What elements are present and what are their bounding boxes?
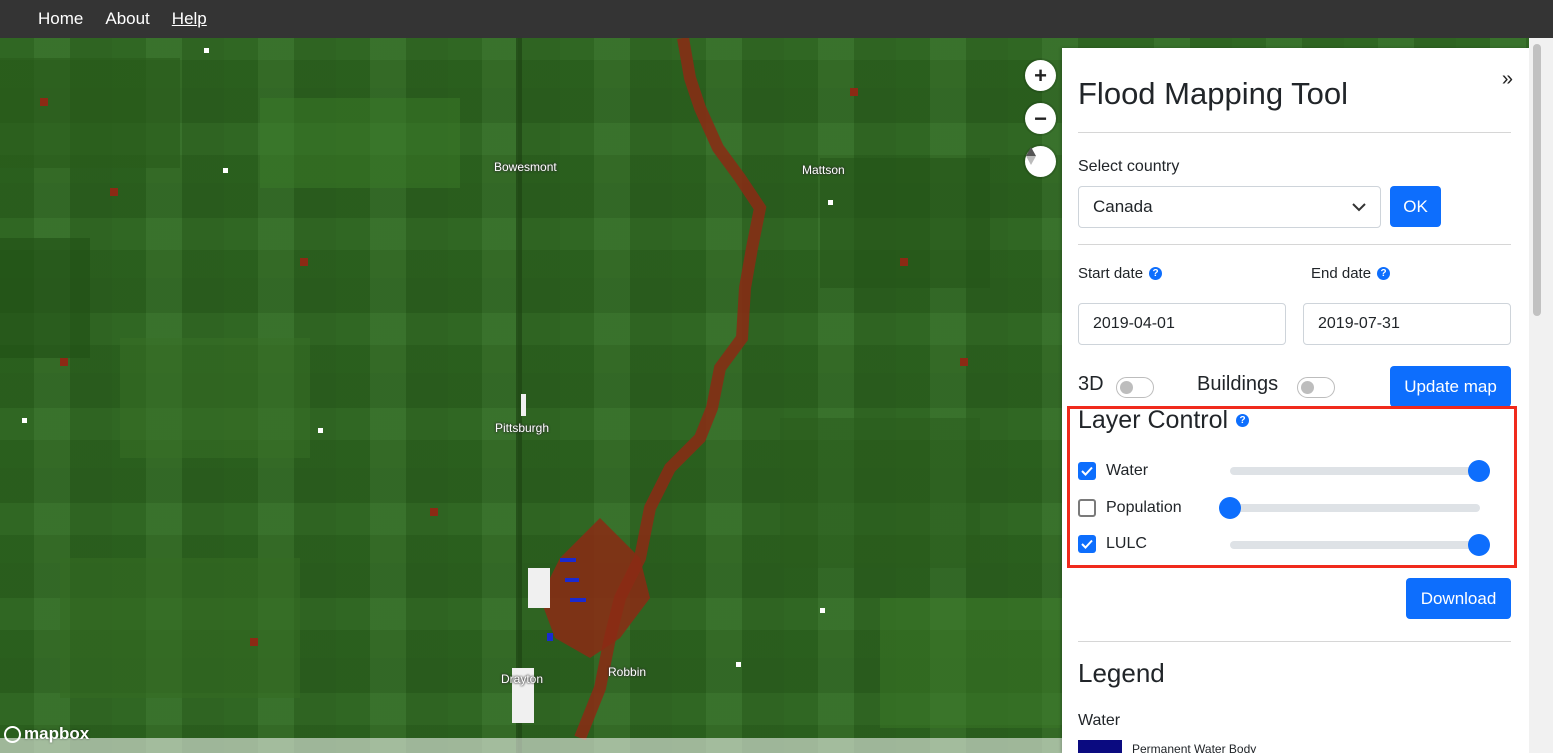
town-label-robbin: Robbin	[608, 665, 647, 679]
country-select[interactable]: Canada	[1078, 186, 1381, 228]
town-label-bowesmont: Bowesmont	[494, 160, 557, 174]
legend-label-permanent-water: Permanent Water Body	[1132, 742, 1257, 753]
layer-control-title: Layer Control ?	[1078, 406, 1250, 435]
water-layer-checkbox[interactable]	[1078, 462, 1096, 480]
map-attribution-bar	[0, 738, 1062, 753]
collapse-panel-button[interactable]: »	[1502, 68, 1513, 91]
lulc-opacity-slider[interactable]	[1230, 541, 1480, 549]
zoom-in-button[interactable]: +	[1025, 60, 1056, 91]
flood-map-overlay	[0, 38, 1060, 753]
divider	[1078, 132, 1511, 133]
lulc-layer-label: LULC	[1106, 535, 1147, 552]
population-layer-checkbox[interactable]	[1078, 499, 1096, 517]
toggle-3d-switch[interactable]	[1116, 377, 1154, 398]
nav-home-link[interactable]: Home	[38, 9, 83, 29]
town-label-drayton: Drayton	[501, 672, 544, 686]
population-layer-label: Population	[1106, 499, 1182, 516]
top-navbar: Home About Help	[0, 0, 1553, 38]
water-opacity-thumb[interactable]	[1468, 460, 1490, 482]
mapbox-logo[interactable]: mapbox	[4, 724, 89, 744]
legend-title: Legend	[1078, 658, 1165, 688]
download-button[interactable]: Download	[1406, 578, 1511, 619]
town-label-mattson: Mattson	[802, 163, 845, 177]
compass-button[interactable]	[1025, 146, 1056, 177]
lulc-opacity-thumb[interactable]	[1468, 534, 1490, 556]
divider	[1078, 244, 1511, 245]
start-date-label: Start date ?	[1078, 265, 1163, 282]
minus-icon: −	[1034, 105, 1047, 131]
nav-help-link[interactable]: Help	[172, 9, 207, 29]
water-layer-label: Water	[1106, 462, 1149, 479]
panel-scrollbar[interactable]	[1529, 38, 1553, 753]
legend-swatch-permanent-water	[1078, 740, 1122, 753]
help-icon[interactable]: ?	[1236, 414, 1250, 427]
population-opacity-slider[interactable]	[1220, 504, 1480, 512]
nav-about-link[interactable]: About	[105, 9, 149, 29]
check-icon	[1081, 466, 1093, 476]
chevron-down-icon	[1352, 202, 1366, 211]
lulc-layer-checkbox[interactable]	[1078, 535, 1096, 553]
end-date-input[interactable]: 2019-07-31	[1303, 303, 1511, 345]
scrollbar-thumb[interactable]	[1533, 44, 1541, 316]
country-label: Select country	[1078, 158, 1180, 175]
start-date-input[interactable]: 2019-04-01	[1078, 303, 1286, 345]
population-opacity-thumb[interactable]	[1219, 497, 1241, 519]
end-date-label: End date ?	[1311, 265, 1391, 282]
side-panel: » Flood Mapping Tool Select country Cana…	[1062, 48, 1529, 753]
update-map-button[interactable]: Update map	[1390, 366, 1511, 407]
water-opacity-slider[interactable]	[1230, 467, 1480, 475]
mapbox-logo-icon	[4, 725, 21, 743]
help-icon[interactable]: ?	[1149, 267, 1163, 280]
help-icon[interactable]: ?	[1377, 267, 1391, 280]
compass-icon	[1026, 147, 1036, 165]
toggle-3d-label: 3D	[1078, 373, 1104, 395]
zoom-out-button[interactable]: −	[1025, 103, 1056, 134]
toggle-buildings-label: Buildings	[1197, 373, 1279, 395]
town-label-pittsburgh: Pittsburgh	[495, 421, 550, 435]
legend-subtitle: Water	[1078, 712, 1121, 729]
plus-icon: +	[1034, 62, 1047, 88]
divider	[1078, 641, 1511, 642]
panel-title: Flood Mapping Tool	[1078, 76, 1348, 111]
toggle-buildings-switch[interactable]	[1297, 377, 1335, 398]
check-icon	[1081, 539, 1093, 549]
ok-button[interactable]: OK	[1390, 186, 1441, 227]
